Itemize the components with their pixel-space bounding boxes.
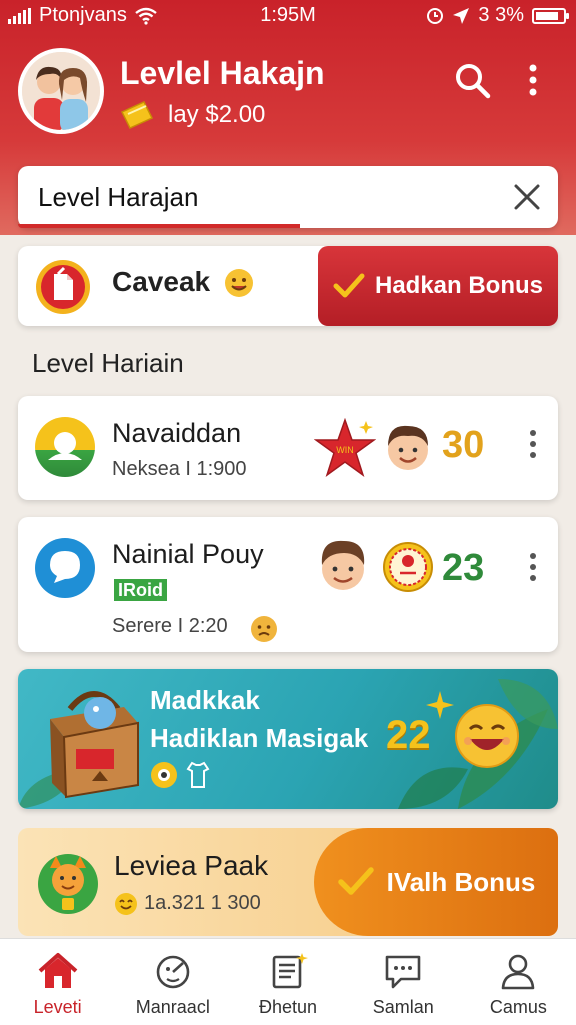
user-badge-icon	[35, 417, 95, 477]
list-item-title: Nainial Pouy	[112, 539, 264, 569]
more-vertical-icon[interactable]	[528, 553, 538, 581]
alarm-icon	[427, 7, 444, 24]
promo-line1: Madkkak	[150, 685, 260, 715]
clock-face-icon	[156, 955, 190, 989]
chat-bubble-badge-icon	[35, 538, 95, 598]
location-arrow-icon	[453, 7, 470, 24]
list-item-subtitle: Neksea I 1:900	[112, 458, 247, 480]
app-title: Levlel Hakajn	[120, 55, 325, 91]
shirt-outline-icon	[186, 761, 210, 788]
list-item[interactable]: Navaiddan Neksea I 1:900 WIN 30	[18, 396, 558, 500]
ticket-icon	[120, 101, 154, 129]
search-icon[interactable]	[452, 60, 492, 100]
battery-icon	[532, 7, 569, 24]
svg-text:WIN: WIN	[336, 445, 354, 455]
list-item-title: Navaiddan	[112, 418, 242, 448]
more-vertical-icon[interactable]	[528, 430, 538, 458]
section-title: Level Hariain	[32, 348, 184, 378]
nav-item-samlan[interactable]: Samlan	[346, 939, 461, 1025]
fox-badge-icon	[38, 854, 98, 914]
status-badge: IRoid	[114, 579, 167, 601]
list-item-score: 23	[442, 547, 485, 589]
status-right: 3 3%	[426, 4, 569, 27]
pack-button-label: IValh Bonus	[386, 866, 536, 897]
sparkle-icon	[426, 691, 454, 719]
home-icon	[38, 953, 77, 988]
star-badge-icon: WIN	[314, 418, 376, 477]
promo-banner[interactable]: Madkkak Hadiklan Masigak 22	[18, 669, 558, 809]
list-item-score: 30	[442, 424, 485, 466]
boy-face-icon	[321, 540, 365, 590]
nav-label: Camus	[489, 997, 547, 1017]
nav-label: Đhetun	[258, 997, 318, 1017]
treasure-box-icon	[50, 691, 139, 799]
nav-label: Samlan	[372, 997, 434, 1017]
worried-emoji-icon	[251, 616, 277, 642]
pack-card[interactable]: Leviea Paak 1a.321 1 300 IValh Bonus	[18, 828, 558, 936]
check-icon	[333, 273, 365, 298]
stamp-badge-icon	[383, 542, 433, 592]
balance-row: lay $2.00	[120, 100, 265, 130]
boy-face-icon	[388, 425, 428, 470]
pack-subtitle: 1a.321 1 300	[144, 892, 261, 914]
eye-emoji-icon	[151, 762, 177, 788]
pack-title: Leviea Paak	[114, 850, 269, 881]
battery-percent: 3 3%	[478, 4, 524, 26]
nav-label: Manraacl	[135, 997, 210, 1017]
nav-item-dhetun[interactable]: Đhetun	[230, 939, 345, 1025]
profile-icon	[502, 954, 535, 990]
check-icon	[337, 867, 374, 895]
more-vertical-icon[interactable]	[513, 60, 553, 100]
hadkan-bonus-button[interactable]: Hadkan Bonus	[318, 246, 558, 326]
caveat-card[interactable]: Caveak Hadkan Bonus	[18, 246, 558, 326]
search-field[interactable]: Level Harajan	[18, 166, 558, 228]
close-icon[interactable]	[510, 180, 544, 214]
search-focus-underline	[18, 224, 300, 228]
chat-icon	[385, 955, 421, 989]
smile-emoji-icon	[225, 269, 253, 297]
ivalh-bonus-button[interactable]: IValh Bonus	[314, 828, 558, 936]
notes-icon	[272, 953, 308, 989]
couple-avatar-icon	[22, 52, 100, 130]
avatar[interactable]	[18, 48, 104, 134]
promo-line2: Hadiklan Masigak	[150, 723, 369, 753]
search-input[interactable]: Level Harajan	[38, 182, 198, 213]
status-bar: Ptonjvans 1:95M 3 3%	[0, 0, 576, 34]
nav-item-leveti[interactable]: Leveti	[0, 939, 115, 1025]
promo-number: 22	[386, 713, 431, 757]
nav-item-camus[interactable]: Camus	[461, 939, 576, 1025]
laughing-emoji-icon	[455, 704, 519, 768]
bonus-button-label: Hadkan Bonus	[374, 272, 544, 299]
nav-label: Leveti	[33, 997, 82, 1017]
document-badge-icon	[36, 260, 90, 314]
balance-text: lay $2.00	[168, 101, 266, 128]
caveat-title: Caveak	[112, 266, 211, 297]
bottom-nav: Leveti Manraacl Đhetun Samlan Camus	[0, 938, 576, 1025]
list-item[interactable]: Nainial Pouy IRoid Serere I 2:20 23	[18, 517, 558, 652]
nav-item-manraacl[interactable]: Manraacl	[115, 939, 230, 1025]
list-item-subtitle: Serere I 2:20	[112, 615, 228, 637]
grin-emoji-icon	[115, 893, 137, 915]
